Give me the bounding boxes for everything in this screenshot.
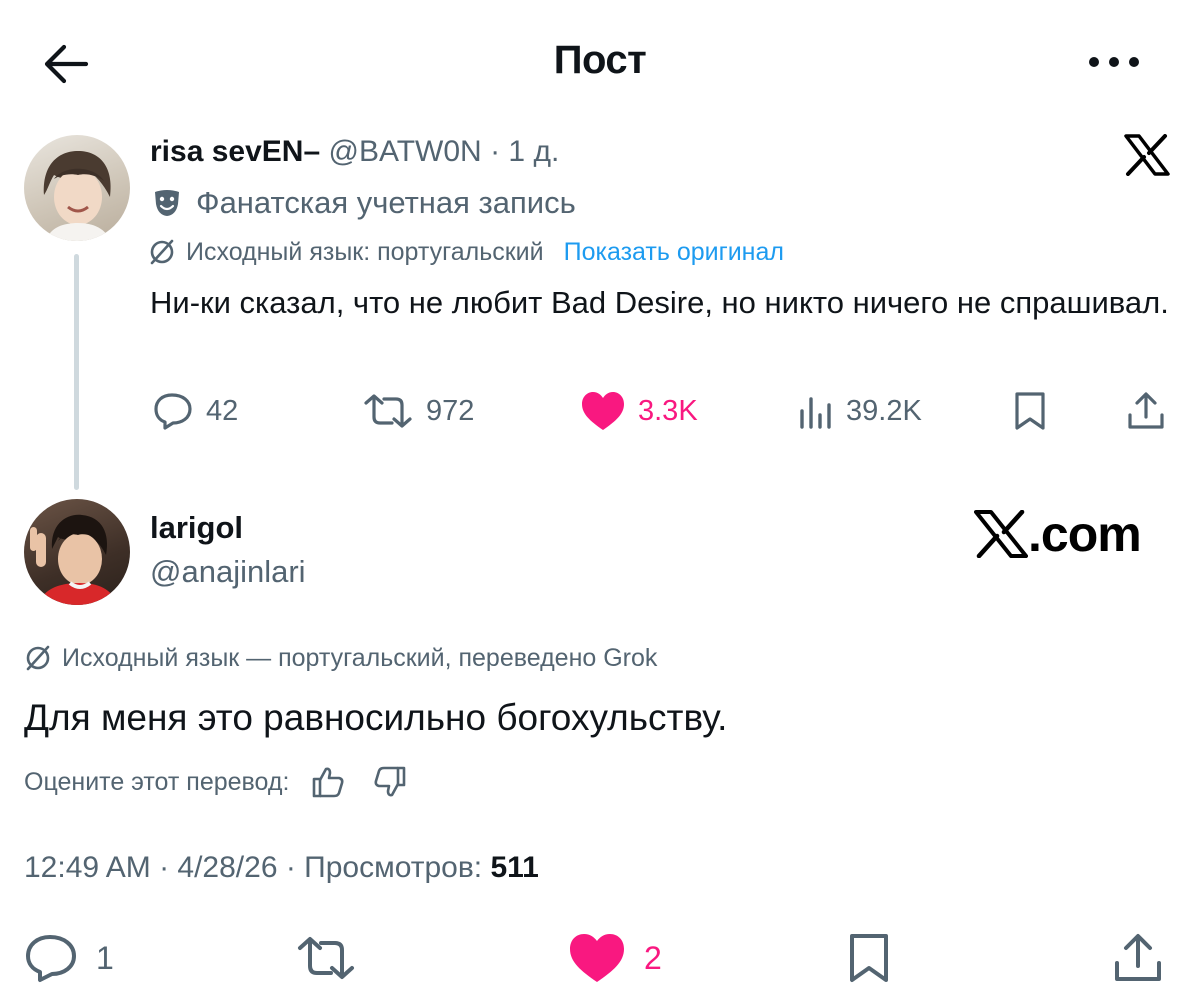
share-icon bbox=[1128, 392, 1164, 429]
repost-count: 972 bbox=[426, 394, 475, 427]
repost-icon bbox=[298, 937, 354, 979]
like-count: 3.3K bbox=[638, 394, 698, 427]
views-chart-icon bbox=[800, 397, 831, 429]
source-language-text: Исходный язык — португальский, переведен… bbox=[62, 643, 658, 672]
reply-button[interactable]: 42 bbox=[152, 389, 238, 433]
repost-button[interactable] bbox=[296, 930, 356, 986]
source-language-row: Исходный язык: португальский Показать ор… bbox=[148, 234, 784, 270]
xcom-text: .com bbox=[1028, 506, 1142, 562]
post-text: Для меня это равносильно богохульству. bbox=[24, 697, 728, 738]
views-button[interactable]: 39.2K bbox=[798, 389, 922, 433]
theater-masks-icon bbox=[155, 190, 179, 216]
x-logo-icon bbox=[1124, 134, 1170, 176]
repost-icon bbox=[364, 394, 412, 428]
bookmark-button[interactable] bbox=[1012, 389, 1048, 433]
heart-filled-icon bbox=[570, 934, 624, 982]
author-name[interactable]: risa sevEN– bbox=[150, 135, 320, 168]
bookmark-icon bbox=[1015, 392, 1045, 430]
reply-icon bbox=[154, 393, 192, 430]
like-count: 2 bbox=[644, 939, 662, 976]
post-time[interactable]: 1 д. bbox=[508, 135, 559, 168]
rate-translation-label: Оцените этот перевод: bbox=[24, 767, 290, 796]
reply-count: 42 bbox=[206, 394, 239, 427]
fan-account-label: Фанатская учетная запись bbox=[152, 183, 576, 223]
more-button[interactable] bbox=[1086, 50, 1142, 74]
reply-icon bbox=[26, 935, 76, 982]
repost-button[interactable]: 972 bbox=[362, 389, 474, 433]
avatar-photo bbox=[30, 514, 118, 605]
translate-icon bbox=[26, 645, 50, 671]
bookmark-button[interactable] bbox=[846, 930, 892, 986]
share-icon bbox=[1115, 934, 1161, 981]
separator-dot: · bbox=[490, 135, 501, 168]
author-handle[interactable]: @BATW0N bbox=[328, 135, 481, 168]
heart-filled-icon bbox=[582, 392, 624, 430]
translate-icon bbox=[150, 239, 174, 265]
author-handle[interactable]: @anajinlari bbox=[150, 554, 306, 590]
source-language-text: Исходный язык: португальский bbox=[186, 237, 544, 266]
avatar[interactable] bbox=[24, 499, 130, 605]
share-button[interactable] bbox=[1112, 930, 1164, 986]
thumbs-down-icon[interactable] bbox=[373, 766, 407, 798]
post-author-line: risa sevEN– @BATW0N · 1 д. bbox=[150, 134, 559, 170]
page-title: Пост bbox=[553, 38, 647, 82]
author-name[interactable]: larigol bbox=[150, 510, 243, 546]
post-timestamp[interactable]: 12:49 AM · 4/28/26 · Просмотров: bbox=[24, 851, 490, 884]
source-language-row: Исходный язык — португальский, переведен… bbox=[24, 640, 657, 676]
fan-account-text: Фанатская учетная запись bbox=[196, 185, 576, 220]
rate-translation-row: Оцените этот перевод: bbox=[24, 762, 407, 802]
thumbs-up-icon[interactable] bbox=[311, 766, 345, 798]
views-count: 511 bbox=[490, 851, 539, 884]
reply-button[interactable]: 1 bbox=[24, 930, 114, 986]
thread-line bbox=[74, 254, 79, 490]
post-text: Ни-ки сказал, что не любит Bad Desire, н… bbox=[150, 285, 1169, 320]
avatar-photo bbox=[43, 151, 111, 241]
avatar[interactable] bbox=[24, 135, 130, 241]
bookmark-icon bbox=[850, 934, 888, 982]
reply-count: 1 bbox=[96, 939, 114, 976]
x-logo-icon bbox=[974, 510, 1028, 558]
more-horizontal-icon bbox=[1089, 57, 1139, 67]
share-button[interactable] bbox=[1126, 389, 1166, 433]
show-original-link[interactable]: Показать оригинал bbox=[564, 238, 784, 267]
views-count: 39.2K bbox=[846, 394, 922, 427]
post-meta: 12:49 AM · 4/28/26 · Просмотров: 511 bbox=[24, 851, 539, 885]
like-button[interactable]: 2 bbox=[568, 930, 662, 986]
xcom-watermark: .com bbox=[974, 506, 1142, 562]
like-button[interactable]: 3.3K bbox=[580, 389, 698, 433]
